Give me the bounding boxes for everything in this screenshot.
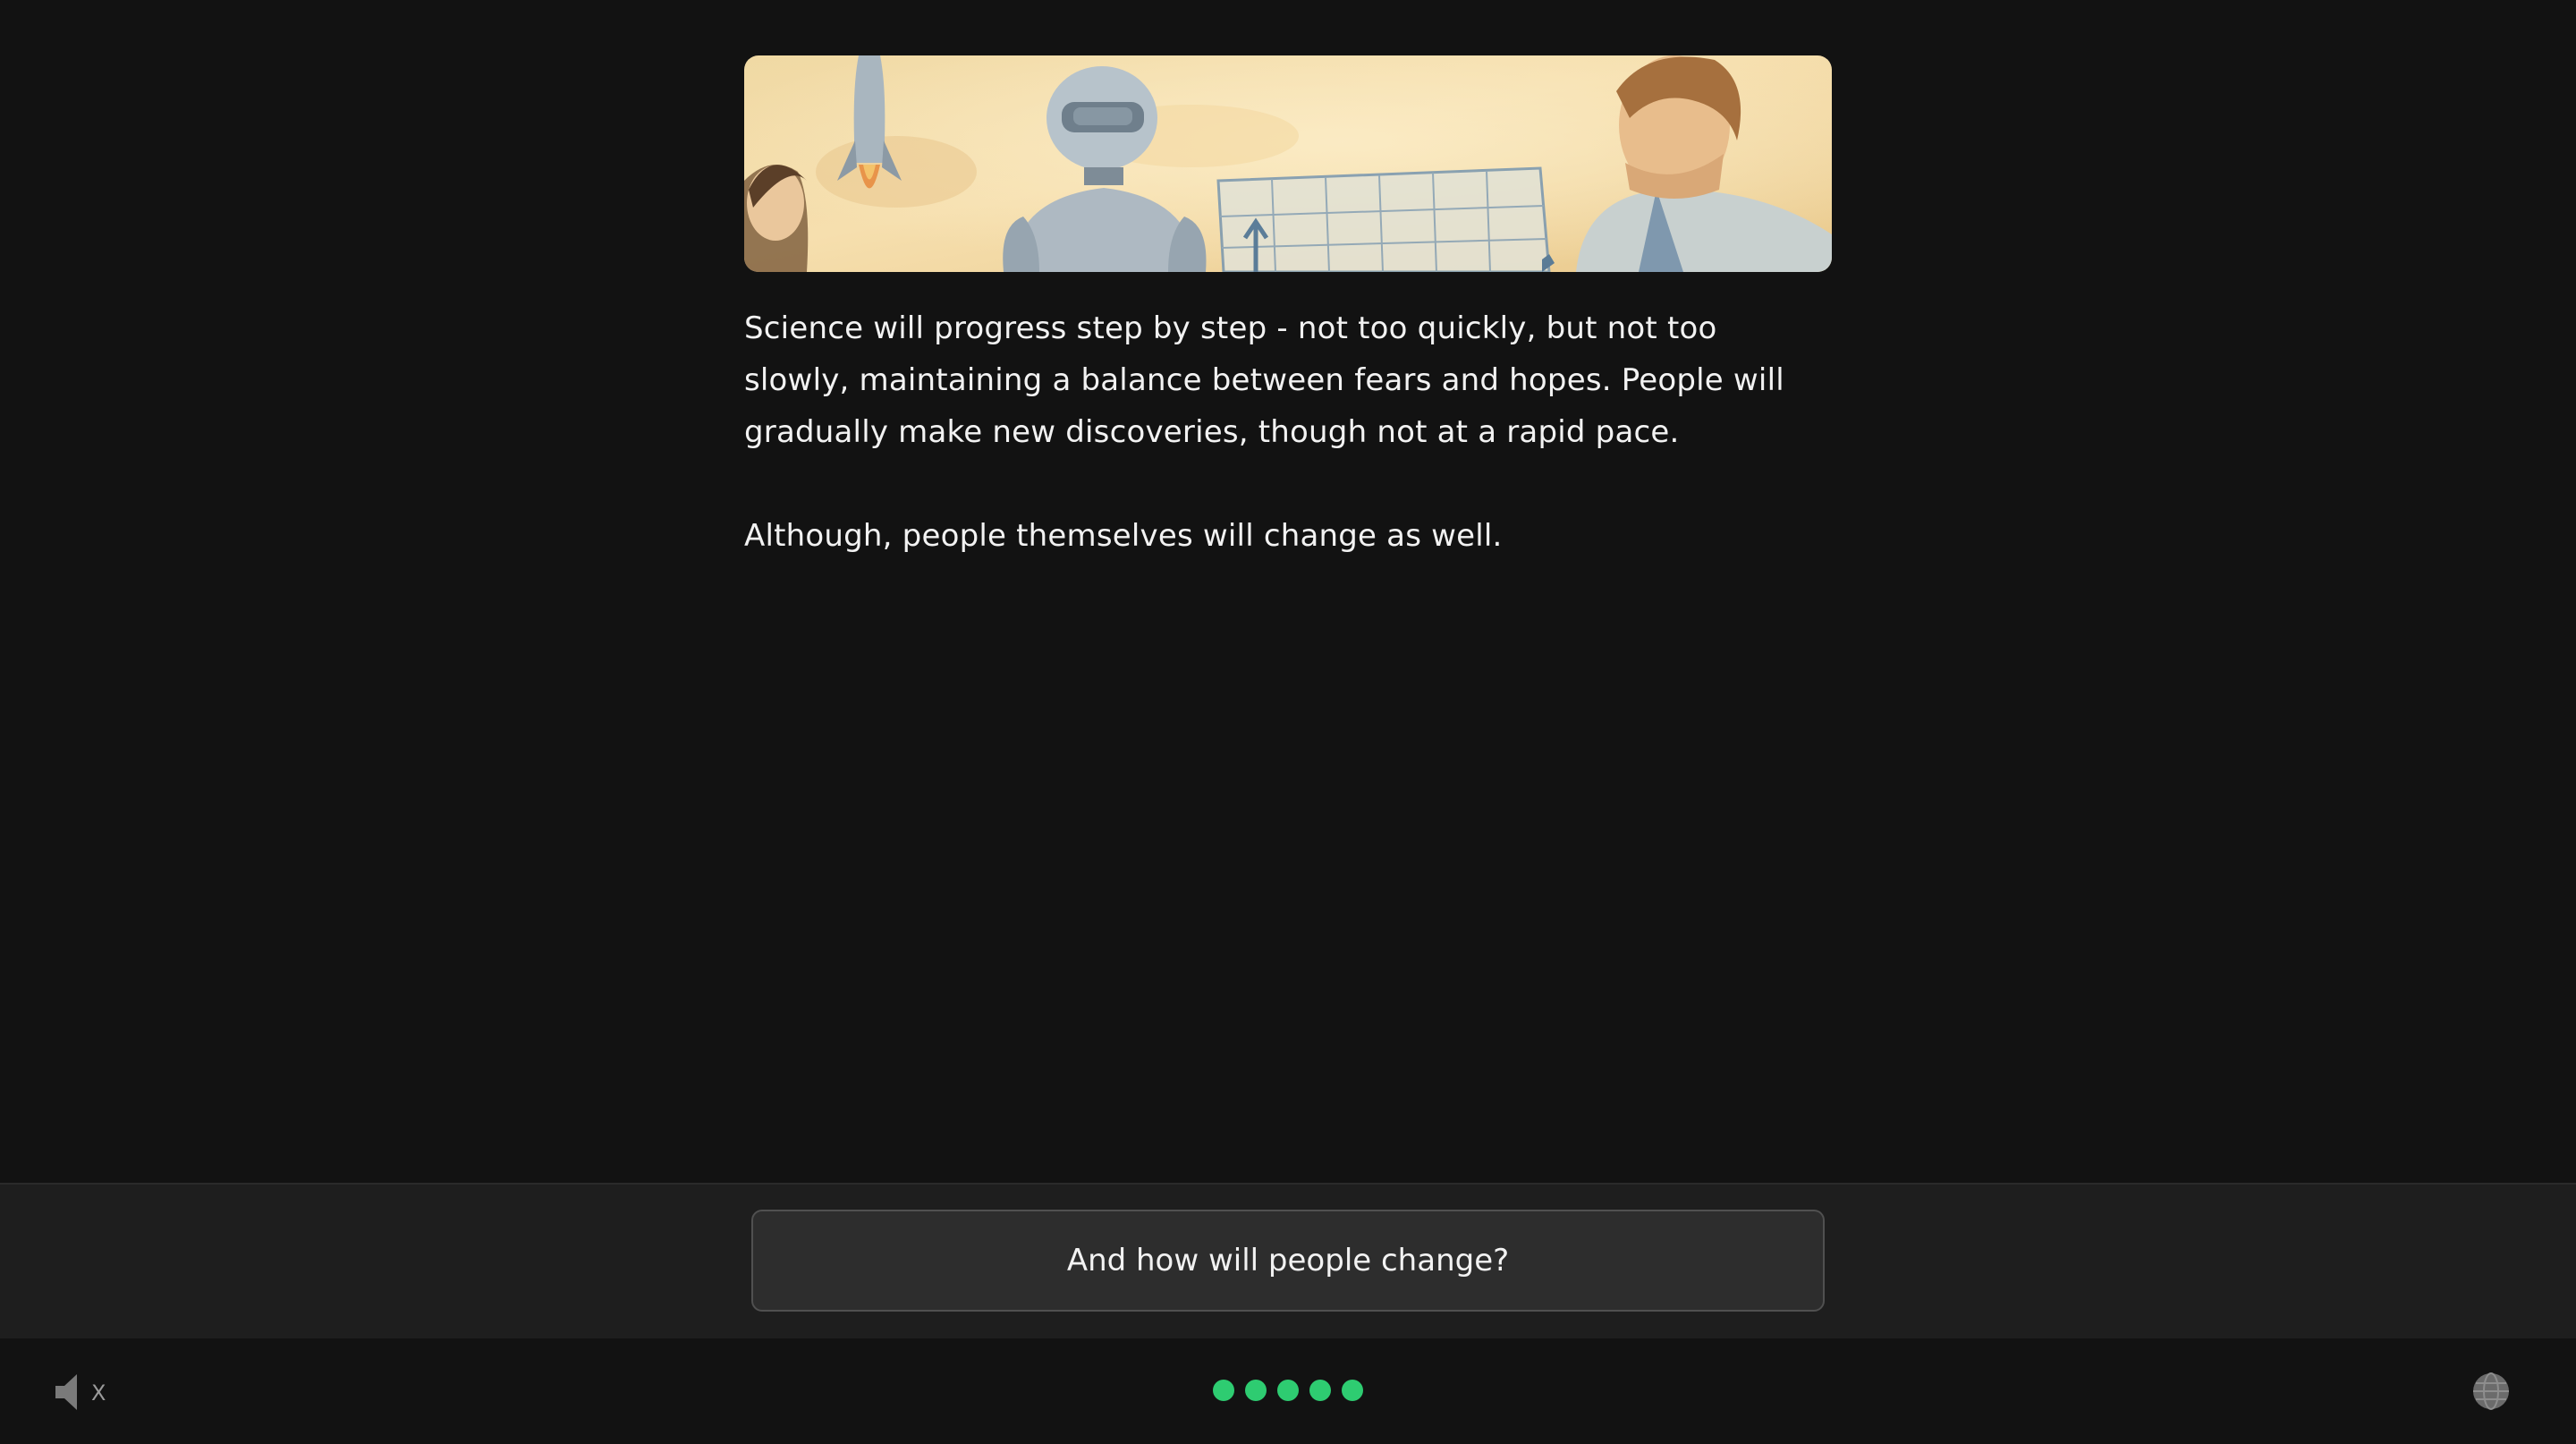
story-illustration [744, 55, 1832, 272]
sound-toggle-button[interactable]: X [54, 1371, 116, 1414]
story-paragraph: Although, people themselves will change … [744, 518, 1503, 554]
progress-dot [1342, 1380, 1363, 1401]
choice-panel: And how will people change? [0, 1183, 2576, 1338]
story-text: Science will progress step by step - not… [744, 302, 1832, 614]
story-paragraph: Science will progress step by step - not… [744, 310, 1784, 450]
choice-button[interactable]: And how will people change? [751, 1210, 1825, 1312]
progress-dot [1277, 1380, 1299, 1401]
progress-dot [1213, 1380, 1234, 1401]
progress-dot [1245, 1380, 1267, 1401]
mute-mark: X [91, 1380, 106, 1406]
speaker-muted-icon: X [55, 1374, 106, 1410]
progress-dots [1213, 1380, 1363, 1401]
globe-icon [2473, 1372, 2509, 1410]
story-screen: Science will progress step by step - not… [0, 0, 2576, 1444]
footer-bar: X [0, 1338, 2576, 1444]
language-button[interactable] [2472, 1372, 2510, 1410]
progress-dot [1309, 1380, 1331, 1401]
